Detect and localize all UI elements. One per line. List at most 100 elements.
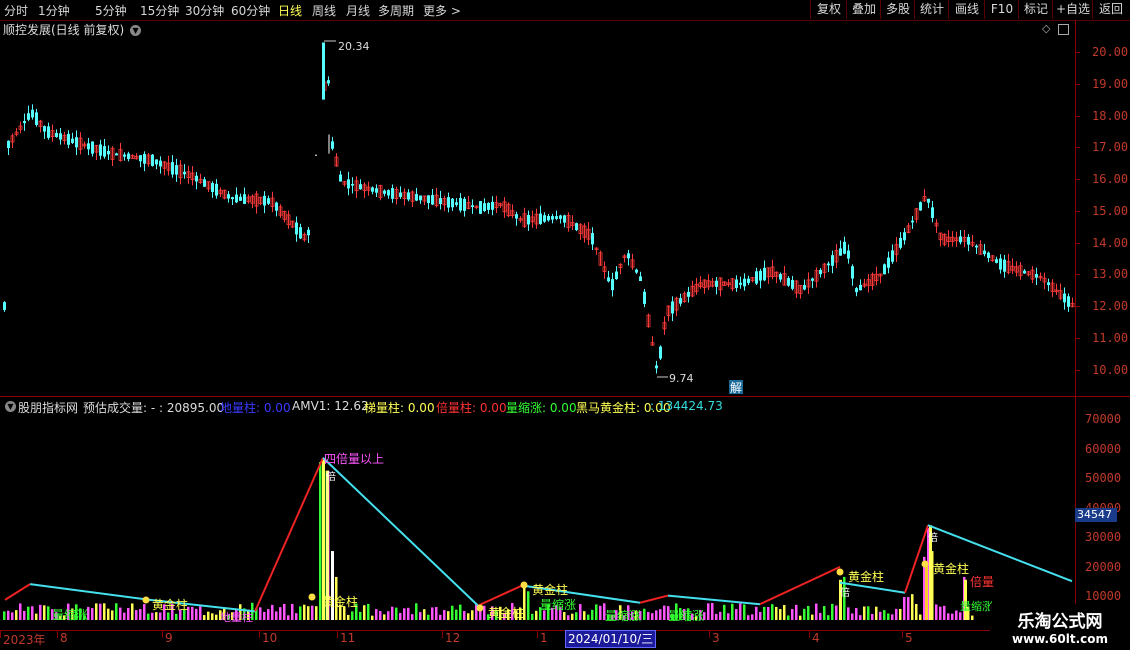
candle-body (155, 159, 158, 165)
candle-body (671, 301, 674, 314)
tab-30min[interactable]: 30分钟 (185, 2, 224, 19)
volume-bar (31, 606, 34, 620)
tab-daily[interactable]: 日线 (278, 2, 302, 19)
candle-body (847, 250, 850, 259)
candle-body (31, 109, 34, 118)
volume-bar (851, 613, 854, 620)
indicator-annotation: 地量柱 (220, 610, 253, 624)
date-tick-label: 9 (165, 631, 173, 645)
volume-bar (387, 611, 390, 620)
volume-bar (883, 610, 886, 620)
candle-body (175, 165, 178, 175)
candlestick-chart[interactable]: 20.34 9.74 解 (0, 20, 1075, 396)
volume-bar (447, 611, 450, 620)
volume-bar (783, 605, 786, 620)
candle-body (747, 278, 750, 283)
trend-line (759, 565, 841, 606)
candle-body (779, 274, 782, 280)
candle-body (831, 255, 834, 266)
candle-body (339, 174, 342, 182)
volume-bar (311, 605, 314, 620)
jie-marker[interactable]: 解 (730, 381, 742, 395)
candle-body (655, 365, 658, 369)
volume-bar (571, 613, 574, 620)
candle-body (811, 278, 814, 281)
volume-indicator-chart[interactable]: 四倍量以上倍黄金柱黄金柱黄金柱黄金柱黄金柱黄金柱量缩涨 量缩涨 量缩涨量缩涨 量缩涨倍… (0, 397, 1075, 630)
volume-bar (263, 611, 266, 620)
volume-bar (287, 615, 290, 620)
volume-tick-label: 60000 (1085, 441, 1122, 456)
volume-bar (19, 603, 22, 620)
candle-body (887, 257, 890, 268)
date-tick-label: 10 (262, 631, 278, 645)
candle-body (883, 264, 886, 275)
date-tick (902, 630, 903, 638)
volume-bar (455, 609, 458, 620)
candle-body (827, 263, 830, 266)
candle-body (987, 252, 990, 258)
candle-body (483, 203, 486, 212)
candle-body (715, 280, 718, 287)
restore-rights-button[interactable]: 复权 (810, 0, 847, 19)
volume-bar (819, 613, 822, 620)
tab-5min[interactable]: 5分钟 (95, 2, 127, 19)
volume-bar (267, 609, 270, 620)
volume-bar (103, 603, 106, 620)
candle-body (307, 229, 310, 236)
candle-body (431, 195, 434, 205)
add-watchlist-button[interactable]: +自选 (1052, 0, 1093, 19)
candle-body (639, 276, 642, 281)
volume-bar (27, 606, 30, 620)
tab-weekly[interactable]: 周线 (312, 2, 336, 19)
tab-monthly[interactable]: 月线 (346, 2, 370, 19)
date-tick (709, 630, 710, 638)
candle-body (447, 197, 450, 208)
statistics-button[interactable]: 统计 (914, 0, 949, 19)
indicator-annotation: 黄金柱 (152, 597, 188, 612)
candle-body (615, 271, 618, 280)
f10-button[interactable]: F10 (984, 0, 1019, 19)
tab-fenshi[interactable]: 分时 (4, 2, 28, 19)
candle-body (327, 80, 330, 84)
tab-multi-period[interactable]: 多周期 (378, 2, 414, 19)
tab-60min[interactable]: 60分钟 (231, 2, 270, 19)
volume-bar (351, 611, 354, 620)
candle-body (159, 160, 162, 167)
candle-body (383, 190, 386, 194)
candle-body (407, 192, 410, 200)
tab-1min[interactable]: 1分钟 (38, 2, 70, 19)
volume-bar (167, 612, 170, 620)
date-tick (162, 630, 163, 638)
mark-button[interactable]: 标记 (1018, 0, 1053, 19)
date-tick-label: 1 (540, 631, 548, 645)
candle-body (851, 266, 854, 279)
candle-body (351, 183, 354, 186)
price-tick-label: 12.00 (1092, 299, 1129, 313)
volume-bar (715, 613, 718, 620)
candle-body (471, 205, 474, 208)
overlay-button[interactable]: 叠加 (846, 0, 881, 19)
candle-body (451, 198, 454, 208)
candle-body (263, 195, 266, 206)
volume-bar (415, 603, 418, 620)
candle-body (151, 154, 154, 167)
candle-body (967, 236, 970, 245)
low-price-label: 9.74 (669, 372, 694, 385)
volume-bar (3, 611, 6, 620)
price-tick (1075, 147, 1080, 149)
tab-15min[interactable]: 15分钟 (140, 2, 179, 19)
volume-bar (191, 606, 194, 620)
tab-more[interactable]: 更多 > (423, 2, 461, 19)
candle-body (139, 155, 142, 162)
candle-body (459, 198, 462, 211)
back-button[interactable]: 返回 (1092, 0, 1129, 19)
candle-body (891, 250, 894, 262)
volume-bar (959, 612, 962, 620)
volume-bar (859, 615, 862, 620)
draw-line-button[interactable]: 画线 (948, 0, 985, 19)
volume-bar (907, 597, 910, 620)
volume-bar (39, 604, 42, 620)
volume-bar (443, 610, 446, 620)
multi-stock-button[interactable]: 多股 (880, 0, 915, 19)
volume-bar (199, 606, 202, 620)
